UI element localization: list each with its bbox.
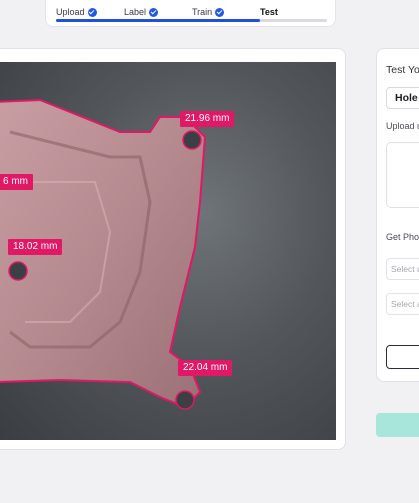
step-test[interactable]: Test bbox=[260, 7, 278, 17]
step-train[interactable]: Train bbox=[192, 7, 225, 17]
check-icon bbox=[87, 7, 97, 17]
progress-track bbox=[56, 19, 327, 22]
hole-marker bbox=[8, 261, 28, 281]
photo-select-1[interactable]: Select a bbox=[386, 258, 419, 280]
panel-title: Test Yo bbox=[386, 64, 419, 76]
primary-button[interactable] bbox=[376, 413, 419, 437]
step-train-label: Train bbox=[192, 7, 213, 17]
get-photos-label: Get Phot bbox=[386, 232, 419, 242]
part-photo: 21.96 mm 6 mm 18.02 mm 22.04 mm bbox=[0, 62, 336, 440]
image-viewer-card: 21.96 mm 6 mm 18.02 mm 22.04 mm bbox=[0, 48, 346, 450]
measurement-label: 6 mm bbox=[0, 174, 33, 190]
check-icon bbox=[215, 7, 225, 17]
upload-dropzone[interactable] bbox=[386, 142, 419, 208]
check-icon bbox=[149, 7, 159, 17]
mode-select[interactable]: Hole I bbox=[386, 87, 419, 109]
measurement-label: 21.96 mm bbox=[180, 111, 235, 127]
progress-stepper: Upload Label Train Test bbox=[45, 0, 336, 27]
step-test-label: Test bbox=[260, 7, 278, 17]
step-upload-label: Upload bbox=[56, 7, 85, 17]
hole-marker bbox=[175, 390, 195, 410]
step-label[interactable]: Label bbox=[124, 7, 159, 17]
secondary-button[interactable] bbox=[386, 345, 419, 369]
test-panel: Test Yo Hole I Upload u Get Phot Select … bbox=[376, 48, 419, 382]
progress-fill bbox=[56, 19, 260, 22]
measurement-label: 18.02 mm bbox=[8, 239, 63, 255]
upload-label: Upload u bbox=[386, 121, 419, 131]
photo-select-2[interactable]: Select a bbox=[386, 293, 419, 315]
hole-marker bbox=[182, 130, 202, 150]
step-upload[interactable]: Upload bbox=[56, 7, 97, 17]
measurement-label: 22.04 mm bbox=[178, 360, 233, 376]
step-label-label: Label bbox=[124, 7, 147, 17]
